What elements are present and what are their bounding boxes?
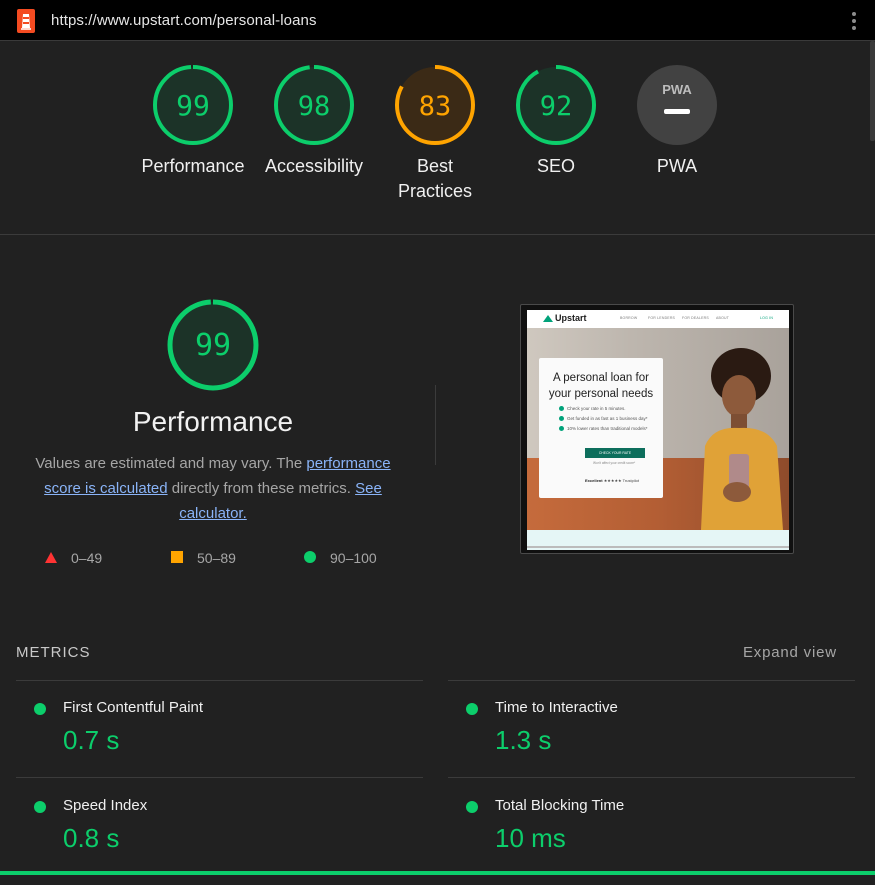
legend-pass: 90–100	[304, 549, 377, 567]
score-gauge: 98	[274, 65, 354, 145]
legend-fail: 0–49	[45, 549, 102, 567]
nav-link: LOG IN	[760, 316, 774, 320]
performance-description: Values are estimated and may vary. The p…	[30, 451, 396, 526]
score-legend: 0–49 50–89 90–100	[0, 549, 430, 569]
metric-value: 1.3 s	[495, 725, 552, 755]
hero-bullet: 10% lower rates than traditional models*	[559, 426, 648, 431]
metric-value: 0.8 s	[63, 823, 120, 853]
address-bar: https://www.upstart.com/personal-loans	[0, 0, 875, 41]
legend-range: 50–89	[197, 550, 236, 566]
gauge-label: Best Practices	[397, 156, 473, 201]
hero-bullet: Get funded in as fast as 1 business day*	[559, 416, 648, 421]
gauge-performance[interactable]: 99 Performance	[133, 64, 253, 179]
kebab-menu-icon[interactable]	[846, 10, 862, 32]
person-illustration	[701, 348, 783, 530]
gauge-label: Performance	[141, 156, 245, 176]
divider	[448, 777, 855, 778]
pwa-badge-text: PWA	[662, 82, 692, 97]
legend-range: 0–49	[71, 550, 103, 566]
score-gauge: 99	[153, 65, 233, 145]
expand-view-toggle[interactable]: Expand view	[743, 644, 837, 661]
lighthouse-icon	[17, 9, 35, 33]
description-text: directly from these metrics.	[167, 480, 356, 497]
circle-icon	[304, 551, 316, 564]
nav-link: FOR DEALERS	[682, 316, 709, 320]
hero-image: A personal loan for your personal needs …	[527, 328, 789, 530]
nav-link: ABOUT	[716, 316, 730, 320]
performance-gauge: 99	[166, 298, 260, 397]
gauge-pwa[interactable]: PWA PWA	[617, 64, 737, 179]
nav-link: BORROW	[620, 316, 638, 320]
upstart-logo: Upstart	[543, 313, 587, 323]
hero-card: A personal loan for your personal needs …	[539, 358, 663, 498]
gauge-score: 92	[540, 91, 573, 122]
pass-indicator-icon	[466, 801, 478, 813]
legend-average: 50–89	[171, 549, 236, 567]
legend-range: 90–100	[330, 550, 377, 566]
metrics-heading: METRICS	[16, 644, 91, 661]
gauge-label: Accessibility	[264, 156, 364, 176]
credit-note: Won't affect your credit score*	[593, 461, 636, 465]
divider	[448, 680, 855, 681]
square-icon	[171, 551, 183, 564]
pwa-icon: PWA	[637, 65, 717, 145]
metric-name: Total Blocking Time	[495, 797, 625, 814]
metric-name: Speed Index	[63, 797, 148, 814]
divider	[16, 777, 423, 778]
divider	[0, 234, 875, 235]
check-rate-button: CHECK YOUR RATE	[585, 448, 645, 458]
screenshot-scrollbar	[527, 546, 789, 548]
hero-headline: A personal loan for your personal needs	[548, 372, 654, 400]
metric-name: Time to Interactive	[495, 699, 618, 716]
hero-bullet: Check your rate in 5 minutes.	[559, 406, 626, 411]
gauge-score: 83	[419, 91, 452, 122]
gauge-score: 99	[176, 89, 210, 122]
section-title: Performance	[132, 406, 294, 437]
metric-value: 10 ms	[495, 823, 566, 853]
pass-indicator-icon	[34, 801, 46, 813]
score-gauge: 83	[395, 65, 475, 145]
triangle-icon	[45, 551, 57, 563]
gauge-label: SEO	[536, 156, 575, 176]
pass-indicator-icon	[466, 703, 478, 715]
pass-indicator-icon	[34, 703, 46, 715]
metric-time-to-interactive: Time to Interactive 1.3 s	[448, 697, 848, 787]
gauge-accessibility[interactable]: 98 Accessibility	[254, 64, 374, 179]
gauge-label: PWA	[656, 156, 698, 176]
trustpilot-rating: Excellent ★★★★★ Trustpilot	[585, 478, 639, 483]
metric-first-contentful-paint: First Contentful Paint 0.7 s	[16, 697, 416, 787]
metric-value: 0.7 s	[63, 725, 120, 755]
divider	[435, 385, 436, 465]
gauge-best-practices[interactable]: 83 Best Practices	[375, 64, 495, 204]
nav-link: FOR LENDERS	[648, 316, 676, 320]
gauge-score: 98	[298, 91, 331, 122]
description-text: Values are estimated and may vary. The	[35, 455, 307, 472]
scrollbar[interactable]	[870, 41, 875, 141]
performance-score: 99	[195, 328, 231, 363]
divider	[16, 680, 423, 681]
page-url[interactable]: https://www.upstart.com/personal-loans	[51, 12, 317, 29]
score-gauge: 92	[516, 65, 596, 145]
metric-name: First Contentful Paint	[63, 699, 204, 716]
screenshot-nav: Upstart BORROW FOR LENDERS FOR DEALERS A…	[527, 310, 789, 328]
final-screenshot[interactable]: Upstart BORROW FOR LENDERS FOR DEALERS A…	[527, 310, 789, 550]
gauge-seo[interactable]: 92 SEO	[496, 64, 616, 179]
status-bar	[0, 871, 875, 875]
